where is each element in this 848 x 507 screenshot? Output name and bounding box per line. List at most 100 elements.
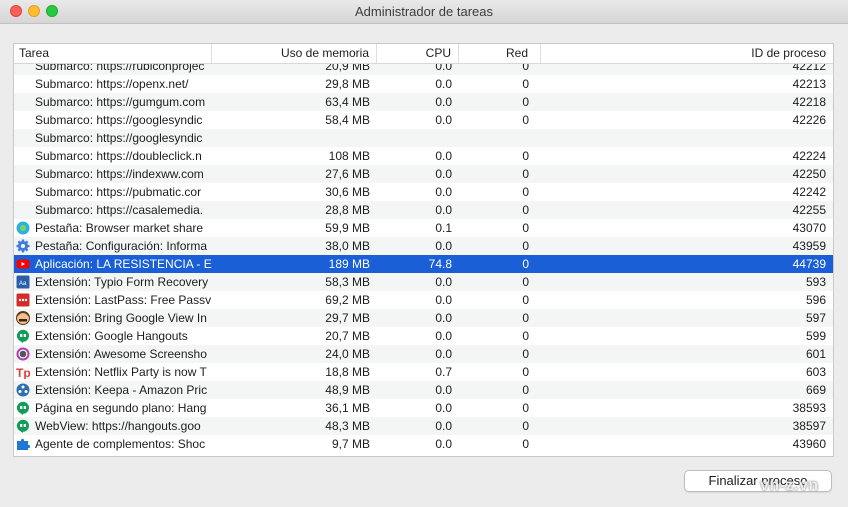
task-name-cell: Extensión: Typio Form Recovery [35,275,209,289]
process-id-cell: 43960 [792,437,826,451]
column-header-cpu[interactable]: CPU [377,44,459,63]
table-body: Submarco: https://rubiconprojec 20,9 MB 0.… [14,62,833,456]
network-cell: 0 [522,185,529,199]
task-name-cell: Extensión: Awesome Screensho [35,347,207,361]
memory-cell: 18,8 MB [325,365,370,379]
column-header-process-id[interactable]: ID de proceso [541,44,833,63]
process-id-cell: 42218 [792,95,826,109]
network-cell: 0 [522,293,529,307]
cpu-cell: 0.0 [435,293,452,307]
memory-cell: 108 MB [328,149,370,163]
process-id-cell: 44739 [792,257,826,271]
table-row[interactable]: Agente de complementos: Shoc 9,7 MB 0.0 0 43… [14,435,833,453]
network-cell [459,129,541,147]
table-row[interactable]: Pestaña: Browser market share 59,9 MB 0.1 0… [14,219,833,237]
network-cell: 0 [522,401,529,415]
network-cell: 0 [522,275,529,289]
cpu-cell: 0.0 [435,113,452,127]
process-id-cell: 38593 [792,401,826,415]
column-header-memory[interactable]: Uso de memoria [212,44,377,63]
network-cell: 0 [522,311,529,325]
table-row[interactable]: Submarco: https://googlesyndic 58,4 MB 0.0… [14,111,833,129]
table-row[interactable]: Submarco: https://googlesyndic [14,129,833,147]
task-name-cell: Extensión: Bring Google View In [35,311,207,325]
cpu-cell: 0.0 [435,185,452,199]
task-name-cell: Aplicación: LA RESISTENCIA - E [35,257,212,271]
process-id-cell: 43070 [792,221,826,235]
cpu-cell: 0.1 [435,221,452,235]
task-name-cell: Submarco: https://googlesyndic [35,113,203,127]
column-header-network[interactable]: Red [459,44,541,63]
table-row[interactable]: Submarco: https://doubleclick.n 108 MB 0.0… [14,147,833,165]
task-name-cell: Agente de complementos: Shoc [35,437,206,451]
table-row[interactable]: Pestaña: Configuración: Informa 38,0 MB 0.… [14,237,833,255]
task-name-cell: Página en segundo plano: Hang [35,401,207,415]
cpu-cell: 0.0 [435,401,452,415]
table-row[interactable]: Extensión: Keepa - Amazon Pric 48,9 MB 0.0… [14,381,833,399]
network-cell: 0 [522,419,529,433]
memory-cell: 189 MB [328,257,370,271]
table-row-selected[interactable]: Aplicación: LA RESISTENCIA - E 189 MB 74.8… [14,255,833,273]
process-table[interactable]: Tarea Uso de memoria CPU Red ID de proce… [13,43,834,457]
memory-cell: 27,6 MB [325,167,370,181]
table-row[interactable]: Extensión: Google Hangouts 20,7 MB 0.0 0 599 [14,327,833,345]
cpu-cell: 74.8 [428,257,452,271]
cpu-cell [377,129,459,147]
process-id-cell [541,129,833,147]
table-row[interactable]: Submarco: https://openx.net/29,8 MB 0.0 0 4… [14,75,833,93]
cpu-cell: 0.0 [435,77,452,91]
table-row[interactable]: Extensión: Awesome Screensho 24,0 MB 0.0 0 6… [14,345,833,363]
network-cell: 0 [522,95,529,109]
cpu-cell: 0.7 [435,365,452,379]
cpu-cell: 0.0 [435,311,452,325]
window-title: Administrador de tareas [354,4,493,19]
memory-cell [212,129,377,147]
table-row[interactable]: Tp Extensión: Netflix Party is now T 18,8 … [14,363,833,381]
memory-cell: 69,2 MB [325,293,370,307]
network-cell: 0 [522,347,529,361]
memory-cell: 30,6 MB [325,185,370,199]
table-row[interactable]: Submarco: https://casalemedia. 28,8 MB 0.0… [14,201,833,219]
table-row[interactable]: Submarco: https://gumgum.com 63,4 MB 0.0 0 4… [14,93,833,111]
network-cell: 0 [522,257,529,271]
table-row[interactable]: Página en segundo plano: Hang 36,1 MB 0.0 0… [14,399,833,417]
table-row[interactable]: Extensión: Bring Google View In 29,7 MB 0.… [14,309,833,327]
task-name-cell: Submarco: https://gumgum.com [35,95,206,109]
cpu-cell: 0.0 [435,419,452,433]
table-row[interactable]: Aa Extensión: Typio Form Recovery 58,3 MB 0… [14,273,833,291]
table-row[interactable]: Submarco: https://indexww.com 27,6 MB 0.0 0… [14,165,833,183]
watermark: vn-z.vn [760,477,819,494]
task-name-cell: Pestaña: Configuración: Informa [35,239,208,253]
memory-cell: 48,3 MB [325,419,370,433]
cpu-cell: 0.0 [435,329,452,343]
memory-cell: 9,7 MB [331,437,370,451]
memory-cell: 29,8 MB [325,77,370,91]
table-row[interactable]: WebView: https://hangouts.goo 48,3 MB 0.0 0… [14,417,833,435]
task-name-cell: Extensión: Keepa - Amazon Pric [35,383,208,397]
table-row[interactable]: Submarco: https://pubmatic.cor 30,6 MB 0.0… [14,183,833,201]
memory-cell: 48,9 MB [325,383,370,397]
memory-cell: 20,7 MB [325,329,370,343]
network-cell: 0 [522,203,529,217]
process-id-cell: 597 [805,311,826,325]
table-row[interactable]: Extensión: LastPass: Free Passv 69,2 MB 0.… [14,291,833,309]
process-id-cell: 42242 [792,185,826,199]
network-cell: 0 [522,113,529,127]
network-cell: 0 [522,383,529,397]
cpu-cell: 0.0 [435,203,452,217]
cpu-cell: 0.0 [435,167,452,181]
memory-cell: 29,7 MB [325,311,370,325]
table-header: Tarea Uso de memoria CPU Red ID de proce… [14,44,833,64]
process-id-cell: 599 [805,329,826,343]
cpu-cell: 0.0 [435,383,452,397]
network-cell: 0 [522,149,529,163]
cpu-cell: 0.0 [435,95,452,109]
memory-cell: 63,4 MB [325,95,370,109]
task-name-cell: Submarco: https://openx.net/ [35,77,189,91]
column-header-task[interactable]: Tarea [14,44,212,63]
cpu-cell: 0.0 [435,347,452,361]
process-id-cell: 601 [805,347,826,361]
process-id-cell: 603 [805,365,826,379]
memory-cell: 28,8 MB [325,203,370,217]
memory-cell: 36,1 MB [325,401,370,415]
